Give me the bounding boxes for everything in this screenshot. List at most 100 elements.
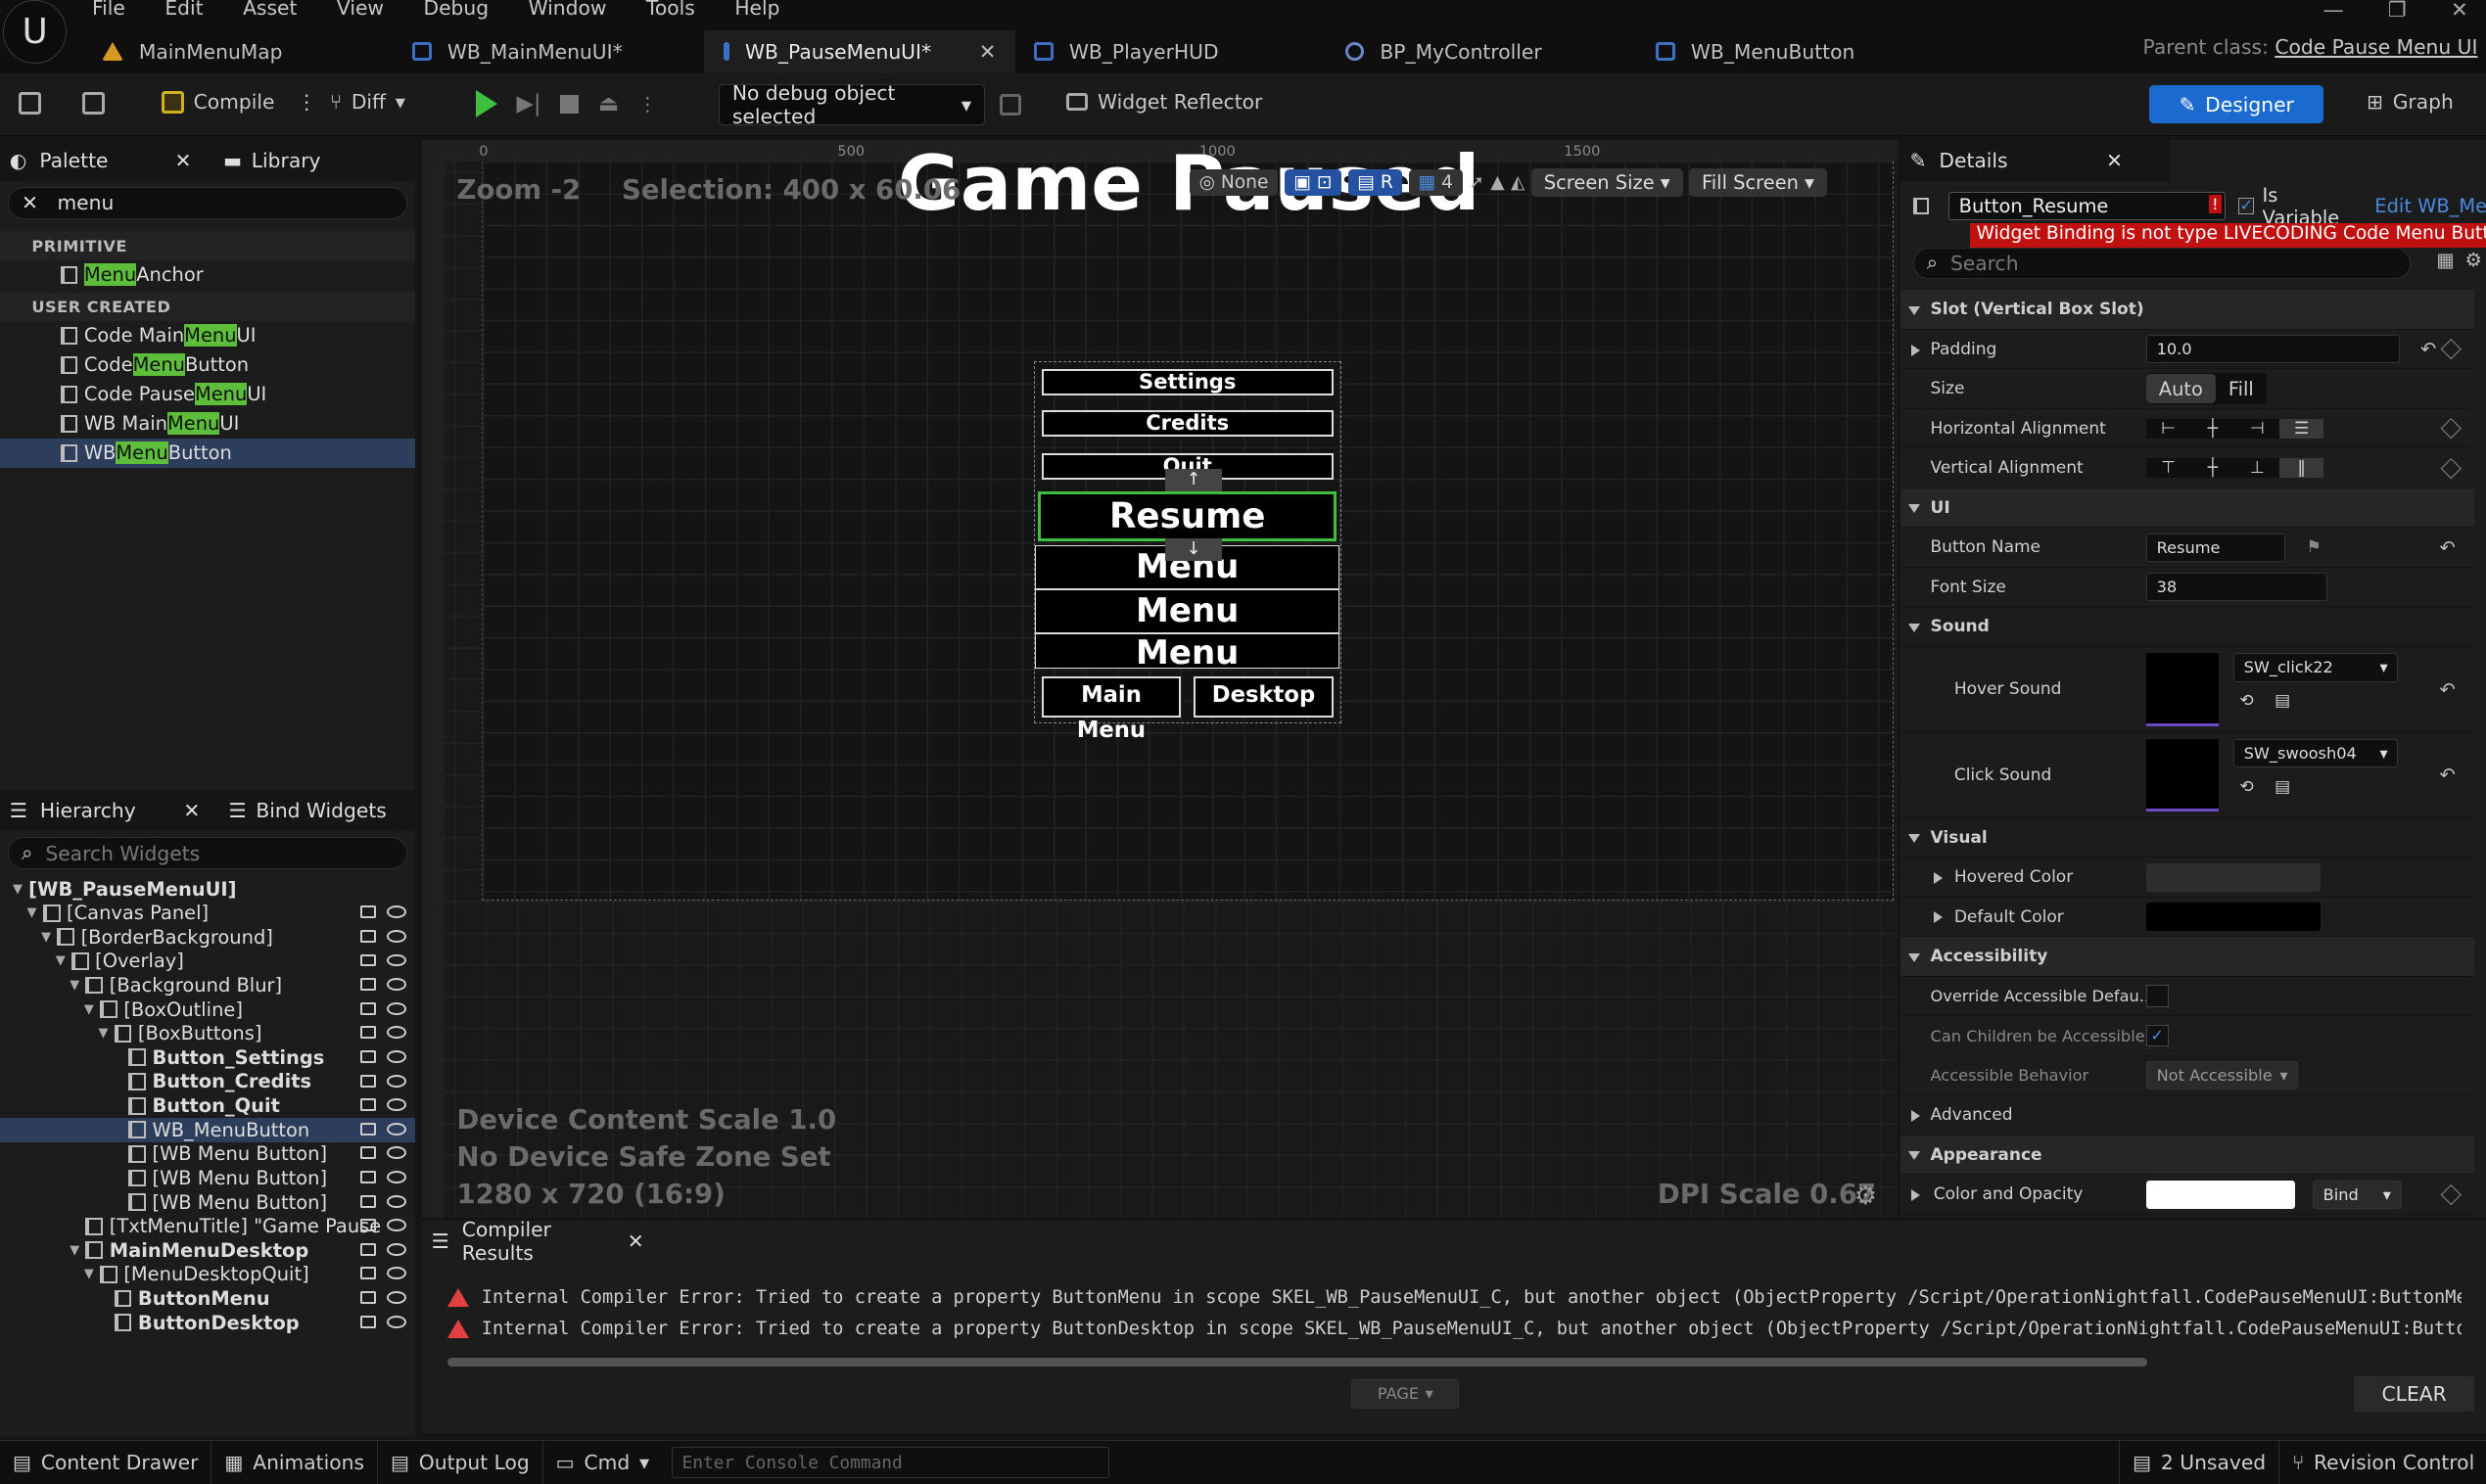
hierarchy-item[interactable]: ▼ [MenuDesktopQuit]	[0, 1263, 415, 1287]
palette-item-code-main-menu-ui[interactable]: Code Main Menu UI	[0, 321, 415, 350]
tree-arrow-icon[interactable]: ▼	[70, 1243, 85, 1258]
designer-button[interactable]: ✎ Designer	[2149, 85, 2324, 124]
children-accessible-checkbox[interactable]: ✓	[2145, 1024, 2169, 1047]
browse-icon[interactable]	[82, 91, 105, 115]
accessible-behavior-select[interactable]: Not Accessible ▾	[2145, 1061, 2299, 1090]
page-dropdown[interactable]: PAGE ▾	[1351, 1379, 1460, 1409]
edit-class-link[interactable]: Edit WB_Me	[2374, 195, 2486, 217]
lock-icon[interactable]	[359, 1074, 376, 1088]
hierarchy-item[interactable]: [TxtMenuTitle] "Game Pause	[0, 1214, 415, 1238]
palette-search-input[interactable]: ✕ menu	[8, 187, 408, 219]
size-auto-option[interactable]: Auto	[2145, 374, 2216, 403]
palette-item-menu-anchor[interactable]: Menu Anchor	[0, 260, 415, 290]
lock-icon[interactable]	[359, 1026, 376, 1040]
keyframe-icon[interactable]	[2441, 418, 2463, 439]
size-fill-option[interactable]: Fill	[2216, 374, 2267, 402]
palette-item-wb-menu-button[interactable]: WB Menu Button	[0, 438, 416, 468]
lock-icon[interactable]	[359, 1049, 376, 1063]
category-primitive[interactable]: PRIMITIVE	[0, 231, 416, 260]
section-accessibility[interactable]: Accessibility	[1900, 937, 2475, 977]
section-ui[interactable]: UI	[1900, 487, 2475, 529]
tab-wb-playerhud[interactable]: WB_PlayerHUD	[1015, 30, 1327, 73]
tree-arrow-icon[interactable]: ▼	[84, 1267, 100, 1281]
reset-icon[interactable]: ↶	[2439, 678, 2455, 701]
hierarchy-item[interactable]: Button_Settings	[0, 1045, 415, 1070]
bind-widgets-tab[interactable]: Bind Widgets	[256, 799, 387, 822]
lock-icon[interactable]	[359, 1170, 376, 1183]
tree-arrow-icon[interactable]: ▼	[98, 1026, 114, 1041]
menu-asset[interactable]: Asset	[243, 0, 297, 20]
more-icon[interactable]: ⋮	[297, 90, 316, 114]
visibility-eye-icon[interactable]	[387, 929, 406, 943]
visibility-eye-icon[interactable]	[387, 1267, 406, 1280]
hierarchy-item[interactable]: ButtonMenu	[0, 1286, 415, 1311]
palette-item-wb-main-menu-ui[interactable]: WB Main Menu UI	[0, 409, 415, 439]
hierarchy-search-input[interactable]: ⌕ Search Widgets	[8, 837, 408, 869]
cmd-button[interactable]: ▭ Cmd ▾	[543, 1440, 662, 1484]
image-icon[interactable]: ▲	[1490, 172, 1504, 193]
font-size-input[interactable]: 38	[2145, 573, 2327, 602]
visibility-eye-icon[interactable]	[387, 1098, 406, 1112]
menu-file[interactable]: File	[92, 0, 125, 20]
widget-name-input[interactable]: Button_Resume!	[1947, 191, 2227, 221]
is-variable-checkbox[interactable]: ✓	[2238, 197, 2255, 215]
section-visual[interactable]: Visual	[1900, 817, 2475, 858]
animations-button[interactable]: ▦ Animations	[211, 1440, 378, 1484]
expand-arrow-icon[interactable]	[1933, 871, 1943, 884]
content-drawer-button[interactable]: ▤ Content Drawer	[0, 1440, 212, 1484]
section-advanced[interactable]: Advanced	[1900, 1095, 2475, 1136]
compiler-error-row[interactable]: Internal Compiler Error: Tried to create…	[446, 1313, 2462, 1344]
expand-arrow-icon[interactable]	[1911, 344, 1920, 356]
palette-item-code-menu-button[interactable]: Code Menu Button	[0, 350, 415, 380]
play-options-icon[interactable]: ⋮	[638, 93, 657, 116]
lock-icon[interactable]	[359, 1315, 376, 1328]
default-color-swatch[interactable]	[2145, 903, 2322, 932]
use-asset-icon[interactable]: ⟲	[2239, 777, 2253, 797]
menu-help[interactable]: Help	[734, 0, 779, 20]
respect-locks-toggle[interactable]: ▤ R	[1347, 168, 1403, 197]
desktop-button[interactable]: Desktop	[1194, 676, 1334, 719]
clear-button[interactable]: CLEAR	[2354, 1376, 2475, 1412]
section-appearance[interactable]: Appearance	[1900, 1135, 2475, 1176]
eject-icon[interactable]: ⏏	[598, 91, 619, 116]
lock-toggle[interactable]: ▣ ⊡	[1284, 168, 1342, 197]
close-icon[interactable]: ✕	[628, 1229, 644, 1253]
restore-icon[interactable]: ❐	[2388, 0, 2407, 22]
visibility-eye-icon[interactable]	[387, 1219, 406, 1232]
align-fill-vertical-icon[interactable]: ‖	[2278, 458, 2324, 479]
close-icon[interactable]: ✕	[2106, 149, 2123, 172]
tree-arrow-icon[interactable]: ▼	[41, 930, 57, 945]
reset-icon[interactable]: ↶	[2439, 764, 2455, 786]
bind-dropdown[interactable]: Bind ▾	[2312, 1180, 2402, 1209]
hierarchy-item[interactable]: ▼ [BoxOutline]	[0, 997, 415, 1022]
hierarchy-item[interactable]: WB_MenuButton	[0, 1117, 416, 1142]
lock-icon[interactable]	[359, 1267, 376, 1280]
hierarchy-item[interactable]: [WB Menu Button]	[0, 1190, 415, 1215]
align-fill-icon[interactable]: ☰	[2278, 418, 2324, 439]
table-view-icon[interactable]: ▦	[2436, 249, 2454, 271]
grid-snap-toggle[interactable]: ▦ 4	[1408, 168, 1463, 197]
tree-arrow-icon[interactable]: ▼	[56, 953, 71, 968]
visibility-eye-icon[interactable]	[387, 1291, 406, 1304]
screen-size-select[interactable]: Screen Size ▾	[1530, 167, 1683, 198]
align-bottom-icon[interactable]: ⊥	[2235, 458, 2279, 478]
visibility-eye-icon[interactable]	[387, 1242, 406, 1256]
lock-icon[interactable]	[359, 1194, 376, 1208]
button-name-input[interactable]: Resume	[2145, 533, 2286, 562]
lock-icon[interactable]	[359, 929, 376, 943]
close-icon[interactable]: ✕	[175, 149, 192, 172]
close-window-icon[interactable]: ✕	[2451, 0, 2468, 22]
parent-class-link[interactable]: Code Pause Menu UI	[2275, 35, 2477, 59]
stop-icon[interactable]	[559, 94, 580, 115]
visibility-eye-icon[interactable]	[387, 953, 406, 967]
hierarchy-item[interactable]: ▼ [BoxButtons]	[0, 1021, 415, 1045]
visibility-eye-icon[interactable]	[387, 1170, 406, 1183]
section-slot[interactable]: Slot (Vertical Box Slot)	[1900, 290, 2475, 330]
click-sound-thumbnail[interactable]	[2145, 738, 2220, 812]
browse-asset-icon[interactable]: ▤	[2275, 691, 2290, 711]
align-center-icon[interactable]: ┼	[2190, 419, 2234, 439]
align-right-icon[interactable]: ⊣	[2235, 419, 2279, 439]
hierarchy-item[interactable]: Button_Quit	[0, 1093, 415, 1118]
tab-mainmenumap[interactable]: MainMenuMap	[82, 30, 394, 73]
lock-icon[interactable]	[359, 1001, 376, 1015]
